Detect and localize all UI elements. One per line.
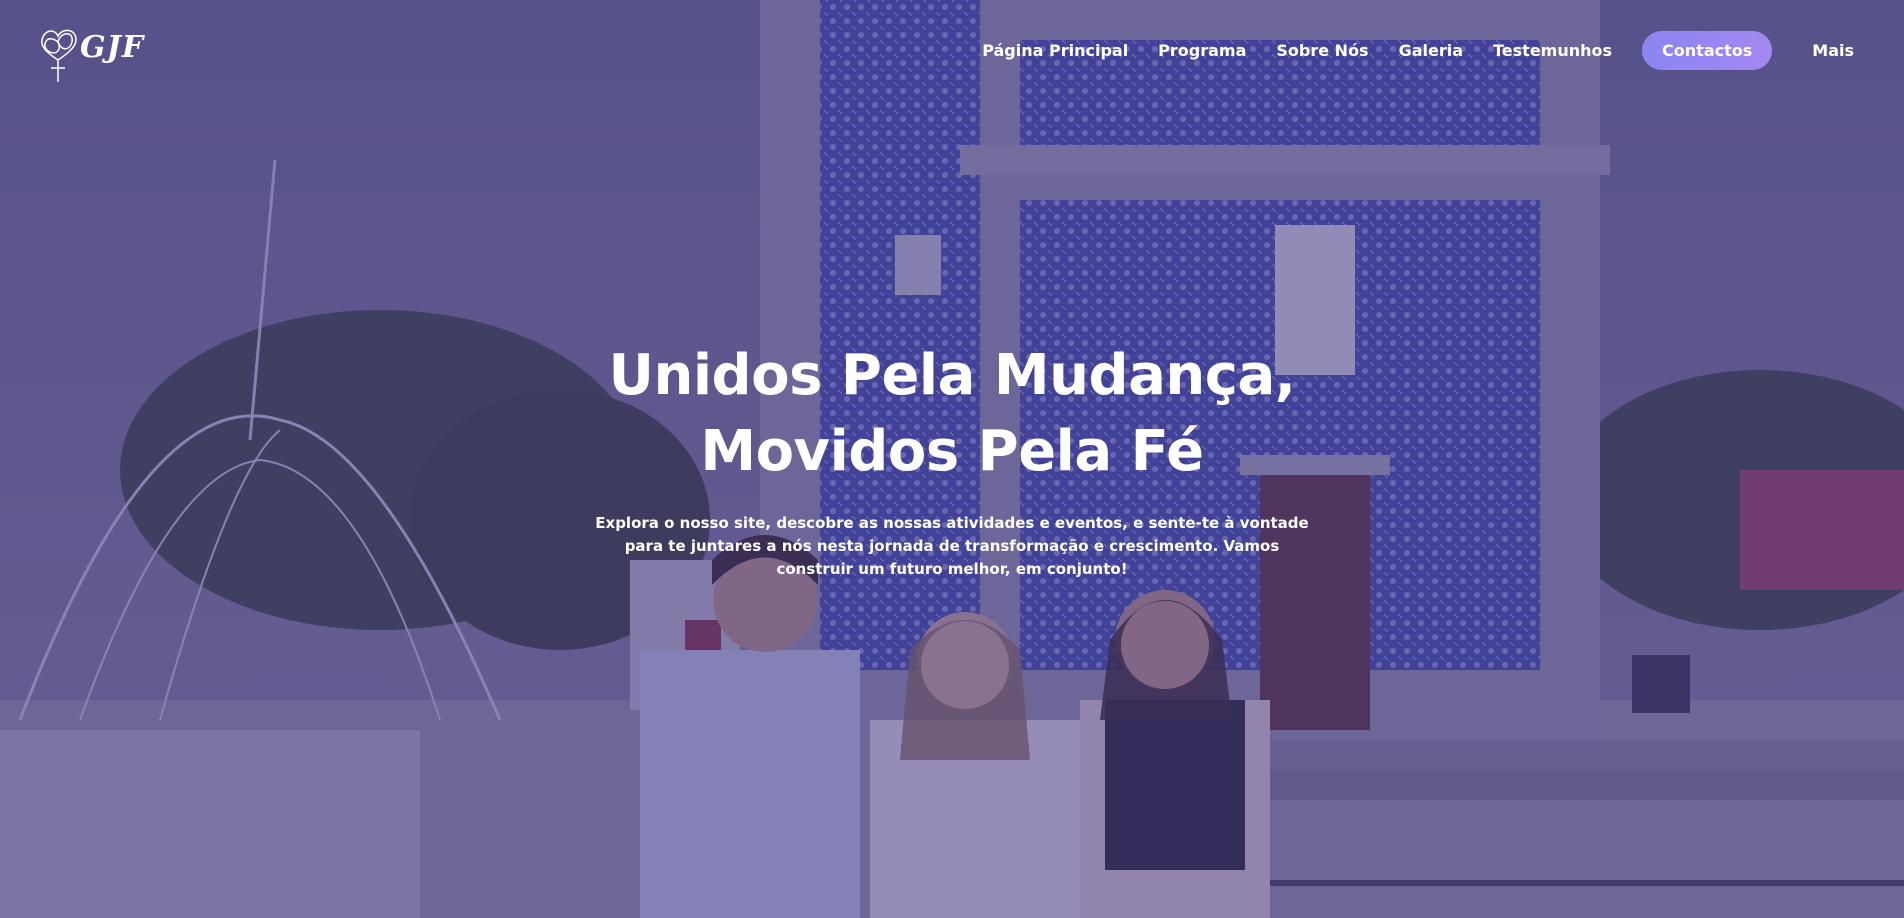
nav-item-galeria[interactable]: Galeria (1399, 41, 1463, 60)
hero-title: Unidos Pela Mudança, Movidos Pela Fé (0, 338, 1904, 490)
contactos-button[interactable]: Contactos (1642, 30, 1773, 70)
nav-item-programa[interactable]: Programa (1158, 41, 1246, 60)
nav-item-testemunhos[interactable]: Testemunhos (1493, 41, 1612, 60)
hero-title-line-1: Unidos Pela Mudança, (608, 343, 1296, 408)
nav-item-mais[interactable]: Mais (1812, 41, 1854, 60)
nav-item-sobre-nos[interactable]: Sobre Nós (1276, 41, 1368, 60)
hero-section: GJF Página Principal Programa Sobre Nós … (0, 0, 1904, 918)
hero-subtitle: Explora o nosso site, descobre as nossas… (595, 514, 1309, 578)
site-header: GJF Página Principal Programa Sobre Nós … (0, 0, 1904, 100)
hero-content: Unidos Pela Mudança, Movidos Pela Fé Exp… (0, 338, 1904, 581)
main-navigation: Página Principal Programa Sobre Nós Gale… (952, 30, 1854, 70)
logo-text: GJF (80, 30, 145, 65)
nav-item-pagina-principal[interactable]: Página Principal (982, 41, 1128, 60)
hero-title-line-2: Movidos Pela Fé (700, 419, 1204, 484)
